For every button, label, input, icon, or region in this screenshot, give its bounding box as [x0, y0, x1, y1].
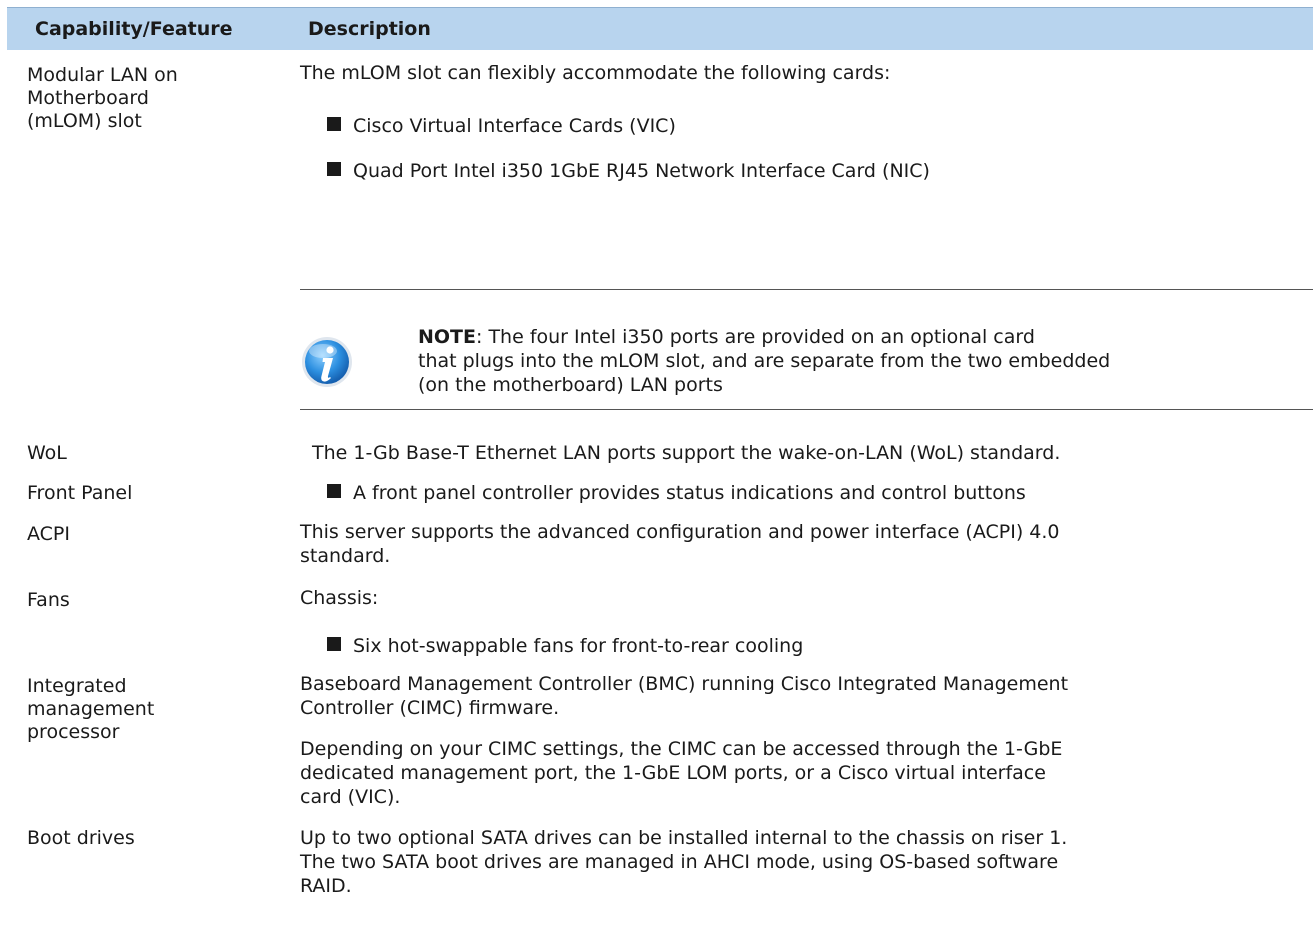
text-line: Controller (CIMC) firmware.: [300, 697, 560, 719]
feature-boot-drives: Boot drives: [27, 827, 135, 849]
info-icon: [302, 337, 352, 387]
note-line: that plugs into the mLOM slot, and are s…: [418, 350, 1111, 372]
text-line: This server supports the advanced config…: [300, 521, 1060, 543]
list-item: Cisco Virtual Interface Cards (VIC): [327, 114, 676, 138]
list-item: Quad Port Intel i350 1GbE RJ45 Network I…: [327, 159, 930, 183]
feature-wol: WoL: [27, 442, 67, 464]
feature-integrated-management: Integrated management processor: [27, 675, 154, 744]
feature-line: Integrated: [27, 675, 127, 697]
mlom-intro: The mLOM slot can flexibly accommodate t…: [300, 62, 891, 84]
list-item-text: Quad Port Intel i350 1GbE RJ45 Network I…: [353, 160, 930, 182]
text-line: Baseboard Management Controller (BMC) ru…: [300, 673, 1069, 695]
feature-line: management: [27, 698, 155, 720]
bullet-square-icon: [327, 637, 341, 651]
text-line: standard.: [300, 545, 391, 567]
wol-description: The 1-Gb Base-T Ethernet LAN ports suppo…: [312, 442, 1061, 464]
list-item-text: A front panel controller provides status…: [353, 482, 1026, 504]
text-line: The two SATA boot drives are managed in …: [300, 851, 1059, 873]
acpi-description: This server supports the advanced config…: [300, 520, 1060, 568]
text-line: RAID.: [300, 875, 352, 897]
text-line: Up to two optional SATA drives can be in…: [300, 827, 1068, 849]
note-text: NOTE: The four Intel i350 ports are prov…: [418, 325, 1110, 397]
feature-line: Motherboard: [27, 87, 149, 109]
note-line: : The four Intel i350 ports are provided…: [476, 326, 1035, 348]
list-item-text: Cisco Virtual Interface Cards (VIC): [353, 115, 676, 137]
bullet-square-icon: [327, 484, 341, 498]
text-line: card (VIC).: [300, 786, 401, 808]
feature-front-panel: Front Panel: [27, 482, 133, 504]
note-line: (on the motherboard) LAN ports: [418, 374, 723, 396]
header-description: Description: [308, 18, 431, 40]
note-label: NOTE: [418, 326, 476, 348]
text-line: dedicated management port, the 1-GbE LOM…: [300, 762, 1046, 784]
list-item: A front panel controller provides status…: [327, 481, 1026, 505]
list-item: Six hot-swappable fans for front-to-rear…: [327, 634, 803, 658]
imp-paragraph-2: Depending on your CIMC settings, the CIM…: [300, 737, 1062, 809]
feature-line: Modular LAN on: [27, 64, 178, 86]
header-capability-feature: Capability/Feature: [35, 18, 233, 40]
feature-acpi: ACPI: [27, 523, 70, 545]
feature-mlom: Modular LAN on Motherboard (mLOM) slot: [27, 64, 178, 133]
note-top-rule: [300, 289, 1313, 290]
note-bottom-rule: [300, 409, 1313, 410]
boot-description: Up to two optional SATA drives can be in…: [300, 826, 1067, 898]
feature-line: (mLOM) slot: [27, 110, 142, 132]
fans-chassis-label: Chassis:: [300, 587, 379, 609]
table-header: Capability/Feature Description: [7, 7, 1313, 50]
list-item-text: Six hot-swappable fans for front-to-rear…: [353, 635, 804, 657]
bullet-square-icon: [327, 117, 341, 131]
text-line: Depending on your CIMC settings, the CIM…: [300, 738, 1063, 760]
feature-fans: Fans: [27, 589, 70, 611]
imp-paragraph-1: Baseboard Management Controller (BMC) ru…: [300, 672, 1068, 720]
bullet-square-icon: [327, 162, 341, 176]
feature-line: processor: [27, 721, 120, 743]
